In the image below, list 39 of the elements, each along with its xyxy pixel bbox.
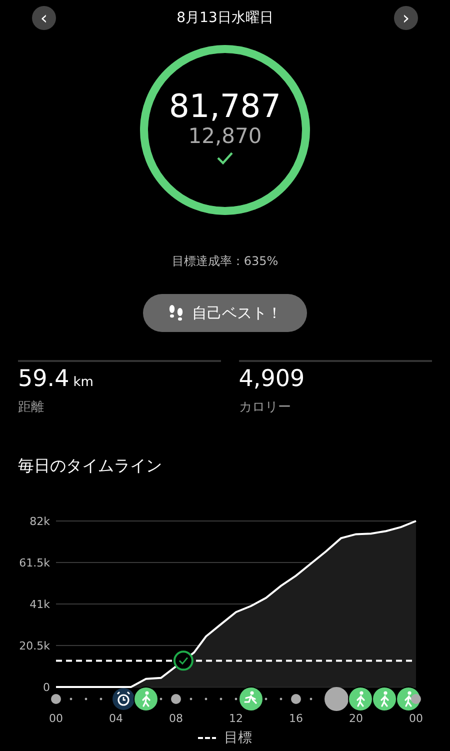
dashed-line-icon <box>198 736 216 740</box>
x-axis-label: 20 <box>349 712 363 725</box>
step-count: 81,787 <box>169 90 281 122</box>
x-axis-label: 00 <box>49 712 63 725</box>
y-axis-label: 61.5k <box>19 556 50 570</box>
section-title: 毎日のタイムライン <box>18 456 162 475</box>
x-axis-label: 12 <box>229 712 243 725</box>
y-axis-label: 0 <box>43 680 50 694</box>
personal-best-button[interactable]: 自己ベスト！ <box>143 294 307 332</box>
walking-icon[interactable] <box>348 686 373 712</box>
y-axis-label: 20.5k <box>19 639 50 652</box>
goal-check-icon <box>173 650 194 670</box>
timeline-dot <box>51 694 61 704</box>
x-axis-label: 16 <box>289 712 303 725</box>
activity-marker[interactable] <box>324 686 348 711</box>
y-axis-label: 41k <box>30 598 50 611</box>
step-goal: 12,870 <box>188 126 262 146</box>
walking-icon[interactable] <box>134 686 158 712</box>
timeline-dot <box>291 694 301 704</box>
stat-value: 4,909 <box>238 366 305 394</box>
next-day-button[interactable]: › <box>394 6 418 30</box>
x-axis-label: 08 <box>169 712 183 725</box>
stat-label: カロリー <box>238 400 291 415</box>
legend-label: 目標 <box>224 728 252 748</box>
stat-value: 59.4 <box>18 366 70 394</box>
y-axis-label: 82k <box>30 514 50 528</box>
achievement-rate: 目標達成率：635% <box>172 254 278 268</box>
x-axis-label: 00 <box>409 712 423 725</box>
timeline-dot <box>411 694 421 704</box>
timeline-dot <box>171 694 181 704</box>
footprints-icon <box>168 304 184 322</box>
stat-label: 距離 <box>18 400 44 415</box>
stat-unit: km <box>73 375 94 391</box>
previous-day-button[interactable]: ‹ <box>32 6 56 30</box>
date-title: 8月13日水曜日 <box>176 8 274 28</box>
alarm-clock-icon[interactable] <box>112 688 134 710</box>
x-axis-label: 04 <box>109 712 123 725</box>
walking-icon[interactable] <box>372 686 397 712</box>
running-icon[interactable] <box>238 686 264 712</box>
